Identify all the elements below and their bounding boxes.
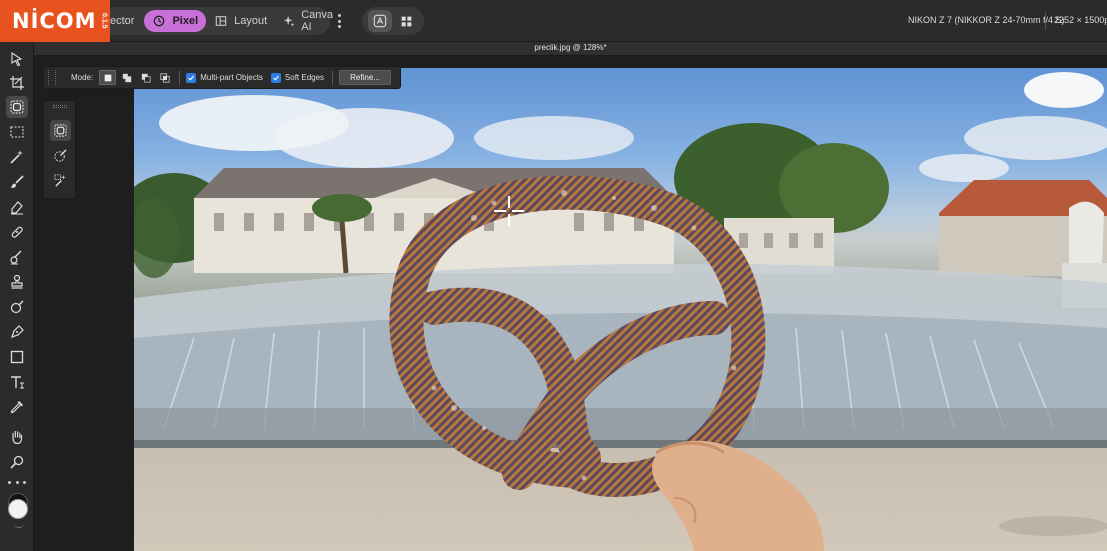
stamp-icon [11, 274, 23, 289]
text-icon [11, 376, 24, 389]
zoom-icon [10, 455, 24, 469]
rectangle-icon [10, 350, 24, 364]
paint-brush-icon [11, 175, 24, 188]
object-selection-subtool[interactable] [50, 120, 71, 141]
persona-layout-button[interactable]: Layout [206, 10, 275, 32]
persona-canva-ai-button[interactable]: Canva AI [275, 9, 343, 33]
healing-icon [11, 226, 23, 238]
mode-label: Mode: [71, 73, 94, 82]
crop-tool[interactable] [6, 72, 28, 94]
selection-subtools-flyout [43, 100, 76, 199]
text-tool[interactable] [6, 371, 28, 393]
subtract-selection-icon [141, 73, 151, 82]
flood-select-subtool[interactable] [50, 170, 71, 191]
top-bar: NİCOM 0.1.5 ector Pixel Layout Canva AI [0, 0, 1107, 42]
status-divider [1045, 12, 1046, 30]
dodge-tool[interactable] [6, 296, 28, 318]
persona-vector-button[interactable]: ector [110, 10, 142, 32]
stamp-tool[interactable] [6, 271, 28, 293]
mode-subtract-button[interactable] [137, 70, 154, 85]
marquee-tool[interactable] [6, 121, 28, 143]
persona-pixel-label: Pixel [172, 15, 199, 27]
magic-wand-icon [10, 150, 23, 164]
primary-color-swatch[interactable] [8, 499, 28, 519]
clone-tool[interactable] [6, 246, 28, 268]
grid-view-button[interactable] [395, 10, 419, 32]
rectangle-tool[interactable] [6, 346, 28, 368]
clone-icon [10, 250, 22, 265]
photo-scene [134, 72, 1107, 551]
soft-edges-checkbox[interactable]: Soft Edges [270, 72, 325, 83]
intersect-selection-icon [160, 72, 170, 83]
erase-brush-tool[interactable] [6, 196, 28, 218]
image-dimensions: 2252 × 1500px, [1054, 15, 1107, 25]
selection-brush-icon [54, 149, 67, 162]
document-title[interactable]: preclik.jpg @ 128%* [34, 43, 1107, 52]
multipart-objects-checkbox[interactable]: Multi-part Objects [186, 72, 263, 83]
eyedropper-tool[interactable] [6, 396, 28, 418]
persona-vector-label: ector [110, 15, 135, 27]
add-selection-icon [122, 73, 131, 82]
marquee-icon [10, 126, 24, 138]
mode-add-button[interactable] [118, 70, 135, 85]
erase-brush-icon [11, 201, 23, 215]
pen-tool[interactable] [6, 321, 28, 343]
selection-brush-subtool[interactable] [50, 145, 71, 166]
move-tool[interactable] [6, 48, 28, 70]
grid-view-icon [401, 16, 412, 26]
mode-new-button[interactable] [99, 70, 117, 85]
magic-wand-tool[interactable] [6, 146, 28, 168]
hand-tool[interactable] [6, 426, 28, 448]
multipart-objects-label: Multi-part Objects [200, 73, 263, 82]
sparkle-icon [283, 14, 295, 28]
persona-switcher: ector Pixel Layout Canva AI [110, 7, 333, 35]
zoom-tool[interactable] [6, 451, 28, 473]
brand-version: 0.1.5 [100, 13, 108, 29]
options-divider [179, 70, 181, 85]
paint-brush-tool[interactable] [6, 171, 28, 193]
persona-pixel-button[interactable]: Pixel [144, 10, 207, 32]
document-tab-strip: preclik.jpg @ 128%* [34, 42, 1107, 56]
soft-edges-label: Soft Edges [284, 73, 325, 82]
swap-colors-icon[interactable] [14, 522, 24, 528]
object-select-tool[interactable] [6, 96, 28, 118]
persona-canva-ai-label: Canva AI [301, 9, 333, 33]
context-toolbar: Mode: Multi-part Objects Soft Edges Refi… [43, 66, 401, 89]
healing-tool[interactable] [6, 221, 28, 243]
refine-button[interactable]: Refine... [339, 70, 392, 85]
crop-icon [10, 76, 24, 90]
image-canvas[interactable] [134, 68, 1107, 551]
more-options-icon[interactable] [334, 11, 344, 31]
single-window-button[interactable] [367, 10, 392, 32]
flyout-grip-handle[interactable] [53, 105, 67, 108]
persona-layout-label: Layout [234, 15, 268, 27]
more-tools-icon[interactable] [8, 479, 26, 485]
eyedropper-icon [10, 401, 23, 414]
view-mode-group [362, 7, 424, 35]
options-divider [332, 70, 334, 85]
object-select-icon [54, 124, 67, 137]
new-selection-icon [104, 74, 112, 81]
single-window-icon [373, 14, 386, 28]
dodge-icon [10, 300, 24, 314]
checkmark-icon [270, 72, 281, 83]
tools-panel [0, 42, 34, 551]
mode-intersect-button[interactable] [156, 70, 173, 85]
flood-select-icon [54, 174, 66, 187]
object-select-icon [10, 100, 24, 114]
move-icon [11, 51, 23, 67]
brand-logo: NİCOM 0.1.5 [0, 0, 110, 42]
hand-icon [12, 430, 23, 445]
layout-icon [214, 14, 228, 28]
checkmark-icon [186, 72, 197, 83]
camera-info: NIKON Z 7 (NIKKOR Z 24-70mm f/4 S) [908, 15, 1065, 25]
pixel-persona-icon [152, 14, 166, 28]
pen-icon [11, 325, 24, 338]
toolbar-grip-handle[interactable] [48, 70, 56, 85]
brand-name: NİCOM [12, 9, 97, 33]
